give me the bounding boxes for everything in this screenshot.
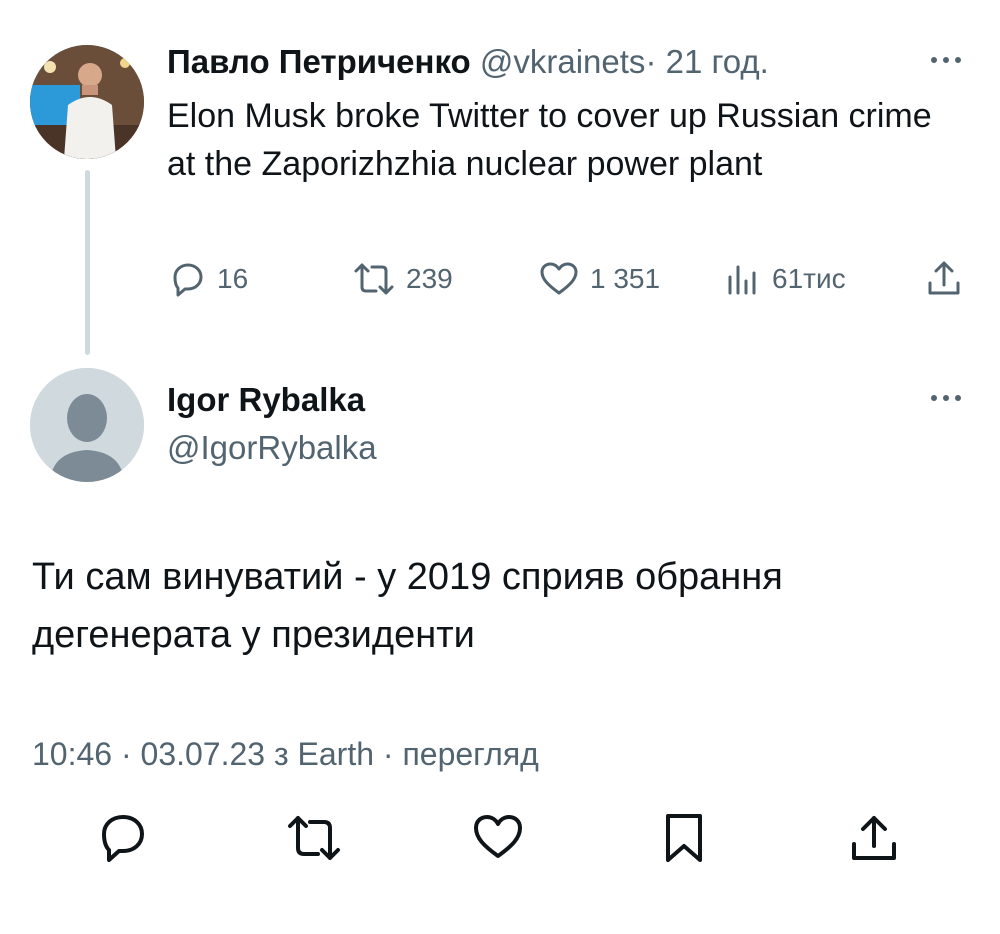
share-icon [852, 816, 896, 860]
author-name[interactable]: Igor Rybalka [167, 380, 365, 420]
retweet-icon [354, 263, 394, 295]
share-button[interactable] [922, 255, 966, 303]
tweet-text: Elon Musk broke Twitter to cover up Russ… [167, 97, 932, 183]
author-handle[interactable]: @IgorRybalka [167, 428, 377, 468]
bookmark-icon [666, 814, 702, 862]
like-count: 1 351 [590, 263, 661, 294]
separator: · [120, 736, 132, 772]
tweet-time[interactable]: 21 год. [666, 43, 769, 80]
views-count: 61тис [772, 263, 846, 294]
separator: · [645, 43, 657, 80]
retweet-button[interactable]: 239 [352, 255, 453, 303]
retweet-icon [288, 816, 340, 860]
more-icon [931, 395, 961, 401]
more-icon [931, 57, 961, 63]
avatar-pavlo[interactable] [30, 45, 144, 159]
avatar-igor[interactable] [30, 368, 144, 482]
avatar-photo [30, 45, 144, 159]
heart-icon [540, 262, 578, 295]
tweet-time[interactable]: 10:46 [32, 736, 112, 772]
reply-button[interactable] [96, 810, 152, 871]
tweet-source: Earth [297, 736, 375, 772]
reply-button[interactable]: 16 [167, 255, 248, 303]
thread-line [85, 170, 90, 355]
like-button[interactable] [470, 810, 526, 871]
tweet1-header: Павло Петриченко @vkrainets· 21 год. [167, 42, 769, 82]
author-handle[interactable]: @vkrainets [480, 43, 646, 80]
share-button[interactable] [846, 810, 902, 871]
share-icon [928, 261, 960, 295]
more-button[interactable] [928, 50, 964, 75]
reply-icon [102, 815, 144, 862]
source-prefix: з [273, 736, 289, 772]
views-icon [728, 265, 756, 295]
retweet-count: 239 [406, 263, 453, 294]
author-name[interactable]: Павло Петриченко [167, 43, 471, 80]
tweet-text: Ти сам винуватий - у 2019 сприяв обрання… [32, 556, 783, 656]
default-avatar-icon [30, 368, 144, 482]
tweet-date[interactable]: 03.07.23 [141, 736, 266, 772]
views-label[interactable]: перегляд [402, 736, 538, 772]
views-button[interactable]: 61тис [722, 255, 846, 303]
retweet-button[interactable] [284, 810, 344, 871]
reply-icon [173, 263, 203, 297]
heart-icon [474, 815, 522, 858]
tweet-meta: 10:46 · 03.07.23 з Earth · перегляд [32, 734, 539, 774]
reply-count: 16 [217, 263, 249, 294]
like-button[interactable]: 1 351 [538, 255, 660, 303]
separator: · [382, 736, 394, 772]
more-button[interactable] [928, 388, 964, 413]
bookmark-button[interactable] [660, 810, 708, 871]
